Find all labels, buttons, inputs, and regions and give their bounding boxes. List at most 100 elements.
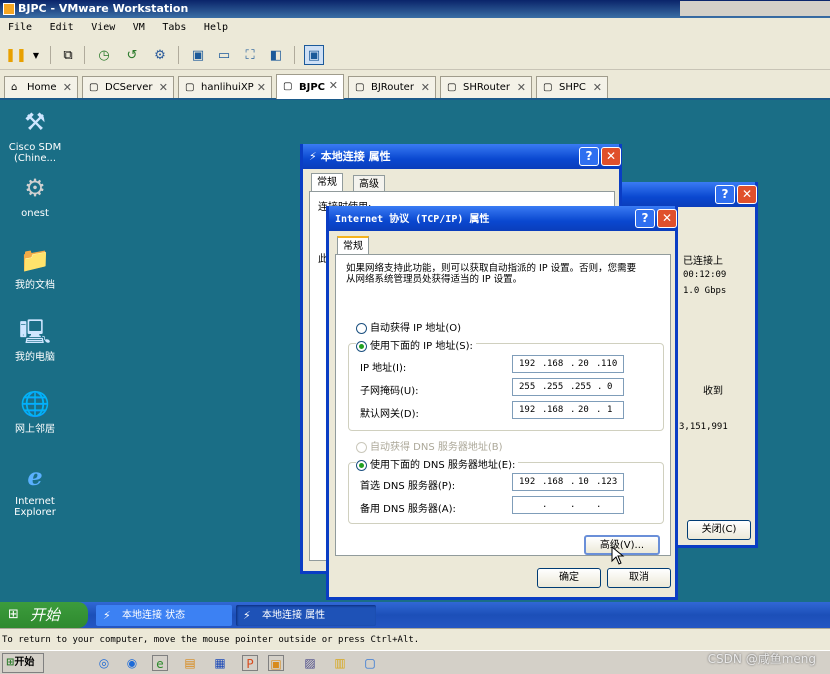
network-icon[interactable]: ⧉: [58, 45, 78, 65]
desktop-icon-internet-explorer[interactable]: e Internet Explorer: [0, 460, 70, 518]
radio-manual-dns[interactable]: [356, 459, 367, 471]
desktop-icon-label: Internet Explorer: [14, 496, 56, 518]
status-value: 已连接上: [683, 256, 723, 267]
desktop-icon-cisco-sdm[interactable]: ⚒ Cisco SDM (Chine...: [0, 106, 70, 165]
menu-edit[interactable]: Edit: [42, 18, 80, 33]
ip-octet: 168: [547, 359, 564, 369]
window-icon[interactable]: ▢: [362, 655, 378, 671]
ip-address-field[interactable]: 192. 168. 20. 110: [512, 355, 624, 373]
preferred-dns-field[interactable]: 192. 168. 10. 123: [512, 473, 624, 491]
menu-tabs[interactable]: Tabs: [154, 18, 192, 33]
mask-octet: 0: [607, 382, 613, 392]
chevron-down-icon[interactable]: ▼: [26, 45, 46, 65]
taskbar-item-label: 本地连接 属性: [262, 610, 326, 621]
ie-quicklaunch-icon[interactable]: ◎: [96, 655, 112, 671]
desktop-icon-my-documents[interactable]: 📁 我的文档: [0, 244, 70, 292]
network-connection-icon: ⚡: [103, 609, 111, 622]
tab-general[interactable]: 常规: [337, 236, 369, 254]
folder-icon[interactable]: ▤: [182, 655, 198, 671]
tab-dcserver[interactable]: ▢ DCServer ✕: [82, 76, 174, 98]
desktop-icon-network-places[interactable]: 🌐 网上邻居: [0, 388, 70, 436]
close-button[interactable]: 关闭(C): [687, 520, 751, 540]
vmware-icon[interactable]: ▣: [268, 655, 284, 671]
dot: .: [597, 382, 603, 392]
close-icon[interactable]: ✕: [257, 81, 266, 94]
desktop-icon-my-computer[interactable]: 🖳 我的电脑: [0, 316, 70, 364]
vm-icon: ▢: [89, 81, 99, 93]
snapshot-manager-icon[interactable]: ⚙: [150, 45, 170, 65]
menu-view[interactable]: View: [83, 18, 121, 33]
subnet-mask-field[interactable]: 255. 255. 255. 0: [512, 378, 624, 396]
unity-icon[interactable]: ◧: [266, 45, 286, 65]
toolbar: ❚❚ ▼ ⧉ ◷ ↺ ⚙ ▣ ▭ ⛶ ◧ ▣: [0, 40, 830, 70]
taskbar-item-connection-status[interactable]: ⚡ 本地连接 状态: [96, 605, 232, 626]
close-icon[interactable]: ✕: [517, 81, 526, 94]
snapshot-icon[interactable]: ◷: [94, 45, 114, 65]
help-icon[interactable]: ?: [579, 147, 599, 166]
dns-octet: 168: [547, 477, 564, 487]
close-icon[interactable]: ✕: [63, 81, 72, 94]
media-player-icon[interactable]: ◉: [124, 655, 140, 671]
gateway-field[interactable]: 192. 168. 20. 1: [512, 401, 624, 419]
close-icon[interactable]: ✕: [657, 209, 677, 228]
guest-start-button[interactable]: ⊞ 开始: [0, 602, 88, 628]
dns-octet: 123: [601, 477, 618, 487]
desktop-icon-onest[interactable]: ⚙ onest: [0, 172, 70, 220]
menu-help[interactable]: Help: [196, 18, 234, 33]
auto-ip-option[interactable]: 自动获得 IP 地址(O): [356, 319, 461, 334]
close-icon[interactable]: ✕: [421, 81, 430, 94]
tab-label: hanlihuiXP: [201, 82, 254, 93]
menu-vm[interactable]: VM: [125, 18, 151, 33]
menu-file[interactable]: File: [0, 18, 38, 33]
radio-auto-ip[interactable]: [356, 322, 367, 334]
dot: .: [542, 500, 548, 510]
powerpoint-icon[interactable]: P: [242, 655, 258, 671]
tab-label: SHPC: [559, 82, 586, 93]
alternate-dns-field[interactable]: . . .: [512, 496, 624, 514]
tab-shrouter[interactable]: ▢ SHRouter ✕: [440, 76, 532, 98]
ok-button[interactable]: 确定: [537, 568, 601, 588]
tab-shpc[interactable]: ▢ SHPC ✕: [536, 76, 608, 98]
close-icon[interactable]: ✕: [601, 147, 621, 166]
explorer-icon[interactable]: ▥: [332, 655, 348, 671]
browser-icon[interactable]: e: [152, 655, 168, 671]
close-icon[interactable]: ✕: [737, 185, 757, 204]
sidebar-view-icon[interactable]: ▣: [188, 45, 208, 65]
status-info: 已连接上 00:12:09 1.0 Gbps: [673, 232, 743, 354]
help-icon[interactable]: ?: [715, 185, 735, 204]
tab-bjpc[interactable]: ▢ BJPC ✕: [276, 74, 344, 99]
pause-icon[interactable]: ❚❚: [5, 45, 27, 65]
mask-octet: 255: [519, 382, 536, 392]
quick-switch-icon[interactable]: ▣: [304, 45, 324, 65]
tab-bjrouter[interactable]: ▢ BJRouter ✕: [348, 76, 436, 98]
tcpip-title: Internet 协议 (TCP/IP) 属性: [335, 214, 490, 225]
help-icon[interactable]: ?: [635, 209, 655, 228]
auto-dns-option: 自动获得 DNS 服务器地址(B): [356, 438, 503, 453]
image-viewer-icon[interactable]: ▨: [302, 655, 318, 671]
tab-general[interactable]: 常规: [311, 173, 343, 191]
revert-snapshot-icon[interactable]: ↺: [122, 45, 142, 65]
tab-home[interactable]: ⌂ Home ✕: [4, 76, 78, 98]
duration-value: 00:12:09: [683, 270, 727, 280]
host-start-button[interactable]: ⊞开始: [2, 653, 44, 673]
radio-manual-ip[interactable]: [356, 340, 367, 352]
fullscreen-icon[interactable]: ⛶: [240, 45, 260, 65]
taskbar-item-connection-properties[interactable]: ⚡ 本地连接 属性: [236, 605, 376, 626]
internet-explorer-icon: e: [27, 461, 43, 491]
cancel-button[interactable]: 取消: [607, 568, 671, 588]
manual-ip-option[interactable]: 使用下面的 IP 地址(S):: [356, 337, 476, 352]
start-label: 开始: [30, 606, 61, 624]
vm-icon: ▢: [543, 81, 553, 93]
close-icon[interactable]: ✕: [593, 81, 602, 94]
app-icon[interactable]: ▦: [212, 655, 228, 671]
gateway-octet: 1: [607, 405, 613, 415]
manual-dns-option[interactable]: 使用下面的 DNS 服务器地址(E):: [356, 456, 519, 471]
my-computer-icon: 🖳: [18, 317, 52, 346]
close-icon[interactable]: ✕: [159, 81, 168, 94]
close-icon[interactable]: ✕: [329, 79, 338, 92]
vm-icon: ▢: [447, 81, 457, 93]
title-bar-buttons[interactable]: [680, 1, 830, 16]
tab-hanlihuixp[interactable]: ▢ hanlihuiXP ✕: [178, 76, 272, 98]
vmware-status-bar: To return to your computer, move the mou…: [0, 628, 830, 650]
console-view-icon[interactable]: ▭: [214, 45, 234, 65]
